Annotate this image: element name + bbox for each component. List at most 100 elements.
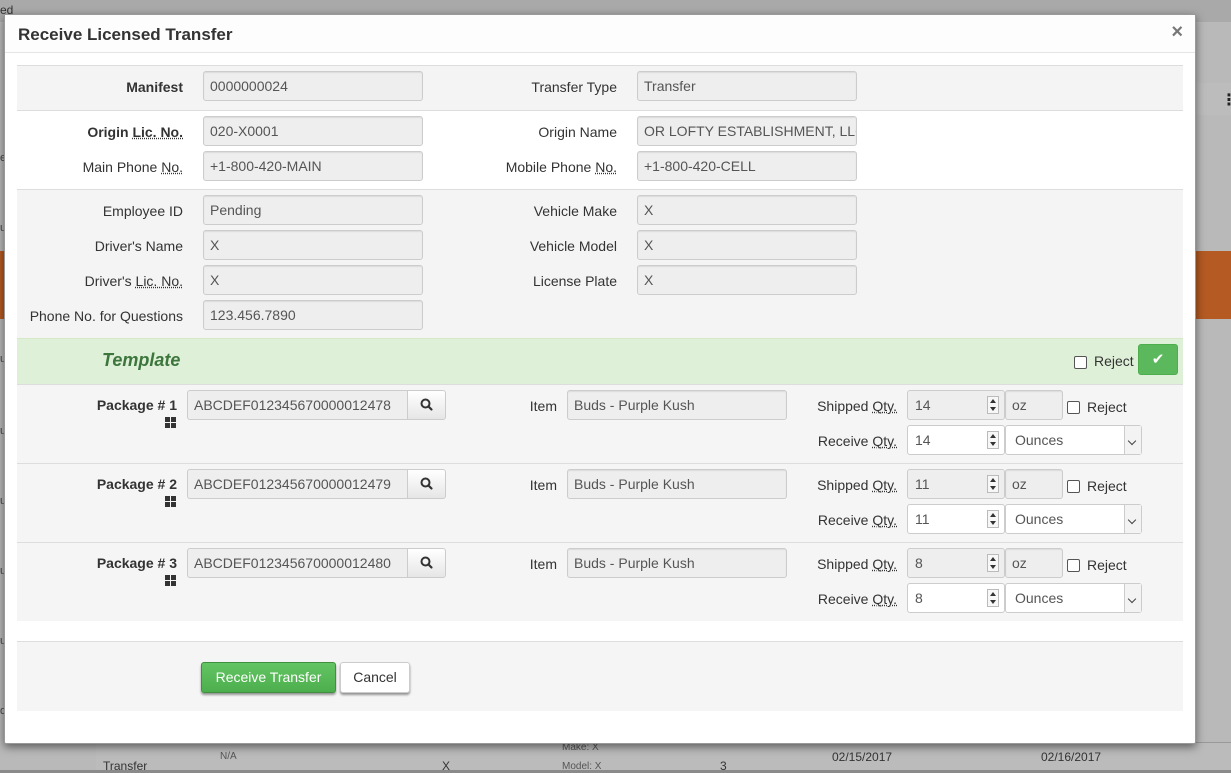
employee-id-label: Employee ID	[102, 203, 183, 219]
template-reject-checkbox[interactable]	[1074, 356, 1087, 369]
grid-icon[interactable]	[165, 496, 176, 507]
modal-footer: Receive Transfer Cancel	[17, 641, 1183, 711]
kebab-menu-icon[interactable]: ⋮	[1221, 90, 1231, 110]
origin-name-field[interactable]: OR LOFTY ESTABLISHMENT, LLC	[637, 116, 857, 146]
receive-unit-select[interactable]: Ounces	[1005, 583, 1142, 613]
package-reject-label: Reject	[1087, 557, 1127, 573]
main-phone-label: Main Phone No.	[82, 159, 183, 175]
chevron-down-icon[interactable]	[1124, 505, 1141, 533]
package-search-button[interactable]	[407, 548, 446, 578]
driver-name-field[interactable]: X	[203, 230, 423, 260]
package-label: Package # 1	[96, 397, 177, 413]
item-field[interactable]: Buds - Purple Kush	[567, 469, 787, 499]
receive-qty-stepper[interactable]: 8	[907, 583, 1005, 613]
shipped-unit-field[interactable]: oz	[1005, 390, 1063, 420]
phone-questions-label: Phone No. for Questions	[29, 308, 183, 324]
cancel-button[interactable]: Cancel	[340, 662, 410, 693]
grid-icon[interactable]	[165, 575, 176, 586]
shipped-qty-label: Shipped Qty.	[817, 398, 897, 414]
vehicle-make-field[interactable]: X	[637, 195, 857, 225]
vehicle-model-label: Vehicle Model	[529, 238, 617, 254]
package-reject-checkbox[interactable]	[1067, 480, 1080, 493]
package-search-button[interactable]	[407, 390, 446, 420]
transfer-type-field[interactable]: Transfer	[637, 71, 857, 101]
receive-unit-select[interactable]: Ounces	[1005, 425, 1142, 455]
license-plate-field[interactable]: X	[637, 265, 857, 295]
item-field[interactable]: Buds - Purple Kush	[567, 548, 787, 578]
background-cell-model: Model: X	[562, 761, 602, 772]
shipped-unit-field[interactable]: oz	[1005, 548, 1063, 578]
package-row: Package # 1 ABCDEF012345670000012478 Ite…	[17, 384, 1183, 463]
modal-body: Manifest 0000000024 Transfer Type Transf…	[17, 65, 1183, 711]
search-icon	[420, 398, 433, 411]
origin-section: Origin Lic. No. 020-X0001 Origin Name OR…	[17, 110, 1183, 189]
item-label: Item	[529, 398, 557, 414]
background-cell-na: N/A	[220, 751, 237, 762]
employee-id-field[interactable]: Pending	[203, 195, 423, 225]
vehicle-model-field[interactable]: X	[637, 230, 857, 260]
shipped-qty-stepper[interactable]: 11	[907, 469, 1005, 499]
license-plate-label: License Plate	[532, 273, 617, 289]
search-icon	[420, 477, 433, 490]
package-tag-field[interactable]: ABCDEF012345670000012479	[187, 469, 407, 499]
receive-qty-label: Receive Qty.	[817, 512, 897, 528]
package-row: Package # 3 ABCDEF012345670000012480 Ite…	[17, 542, 1183, 621]
receive-transfer-modal: Receive Licensed Transfer × Manifest 000…	[4, 14, 1196, 744]
package-reject-label: Reject	[1087, 399, 1127, 415]
receive-qty-stepper[interactable]: 11	[907, 504, 1005, 534]
chevron-down-icon[interactable]	[1124, 584, 1141, 612]
background-cell-x: X	[442, 759, 451, 773]
template-bar: Template Reject ✔	[17, 338, 1183, 384]
receive-unit-select[interactable]: Ounces	[1005, 504, 1142, 534]
stepper-arrows-icon[interactable]	[987, 589, 999, 607]
driver-lic-field[interactable]: X	[203, 265, 423, 295]
stepper-arrows-icon[interactable]	[987, 510, 999, 528]
shipped-qty-label: Shipped Qty.	[817, 556, 897, 572]
chevron-down-icon[interactable]	[1124, 426, 1141, 454]
package-reject-checkbox[interactable]	[1067, 401, 1080, 414]
vehicle-make-label: Vehicle Make	[533, 203, 617, 219]
origin-lic-label: Origin Lic. No.	[87, 124, 183, 140]
receive-qty-stepper[interactable]: 14	[907, 425, 1005, 455]
origin-lic-field[interactable]: 020-X0001	[203, 116, 423, 146]
driver-name-label: Driver's Name	[94, 238, 183, 254]
close-icon[interactable]: ×	[1171, 21, 1183, 44]
driver-lic-label: Driver's Lic. No.	[84, 273, 183, 289]
shipped-unit-field[interactable]: oz	[1005, 469, 1063, 499]
stepper-arrows-icon[interactable]	[987, 396, 999, 414]
manifest-field[interactable]: 0000000024	[203, 71, 423, 101]
package-label: Package # 3	[96, 555, 177, 571]
mobile-phone-field[interactable]: +1-800-420-CELL	[637, 151, 857, 181]
stepper-arrows-icon[interactable]	[987, 475, 999, 493]
shipped-qty-label: Shipped Qty.	[817, 477, 897, 493]
template-reject-label: Reject	[1094, 353, 1134, 369]
shipped-qty-stepper[interactable]: 14	[907, 390, 1005, 420]
package-reject-checkbox[interactable]	[1067, 559, 1080, 572]
origin-name-label: Origin Name	[538, 124, 617, 140]
item-label: Item	[529, 556, 557, 572]
receive-transfer-button[interactable]: Receive Transfer	[201, 662, 336, 693]
package-tag-field[interactable]: ABCDEF012345670000012480	[187, 548, 407, 578]
item-field[interactable]: Buds - Purple Kush	[567, 390, 787, 420]
mobile-phone-label: Mobile Phone No.	[505, 159, 617, 175]
driver-section: Employee ID Pending Vehicle Make X Drive…	[17, 189, 1183, 338]
manifest-section: Manifest 0000000024 Transfer Type Transf…	[17, 65, 1183, 110]
search-icon	[420, 556, 433, 569]
shipped-qty-stepper[interactable]: 8	[907, 548, 1005, 578]
transfer-type-label: Transfer Type	[531, 79, 617, 95]
manifest-label: Manifest	[126, 79, 183, 95]
background-cell-type: Transfer	[103, 759, 148, 773]
background-cell-date: 02/15/2017	[832, 750, 893, 764]
stepper-arrows-icon[interactable]	[987, 431, 999, 449]
grid-icon[interactable]	[165, 417, 176, 428]
apply-template-button[interactable]: ✔	[1138, 344, 1178, 375]
item-label: Item	[529, 477, 557, 493]
stepper-arrows-icon[interactable]	[987, 554, 999, 572]
phone-questions-field[interactable]: 123.456.7890	[203, 300, 423, 330]
package-tag-field[interactable]: ABCDEF012345670000012478	[187, 390, 407, 420]
package-search-button[interactable]	[407, 469, 446, 499]
modal-title: Receive Licensed Transfer	[18, 25, 233, 44]
main-phone-field[interactable]: +1-800-420-MAIN	[203, 151, 423, 181]
modal-header: Receive Licensed Transfer ×	[5, 15, 1195, 53]
package-row: Package # 2 ABCDEF012345670000012479 Ite…	[17, 463, 1183, 542]
